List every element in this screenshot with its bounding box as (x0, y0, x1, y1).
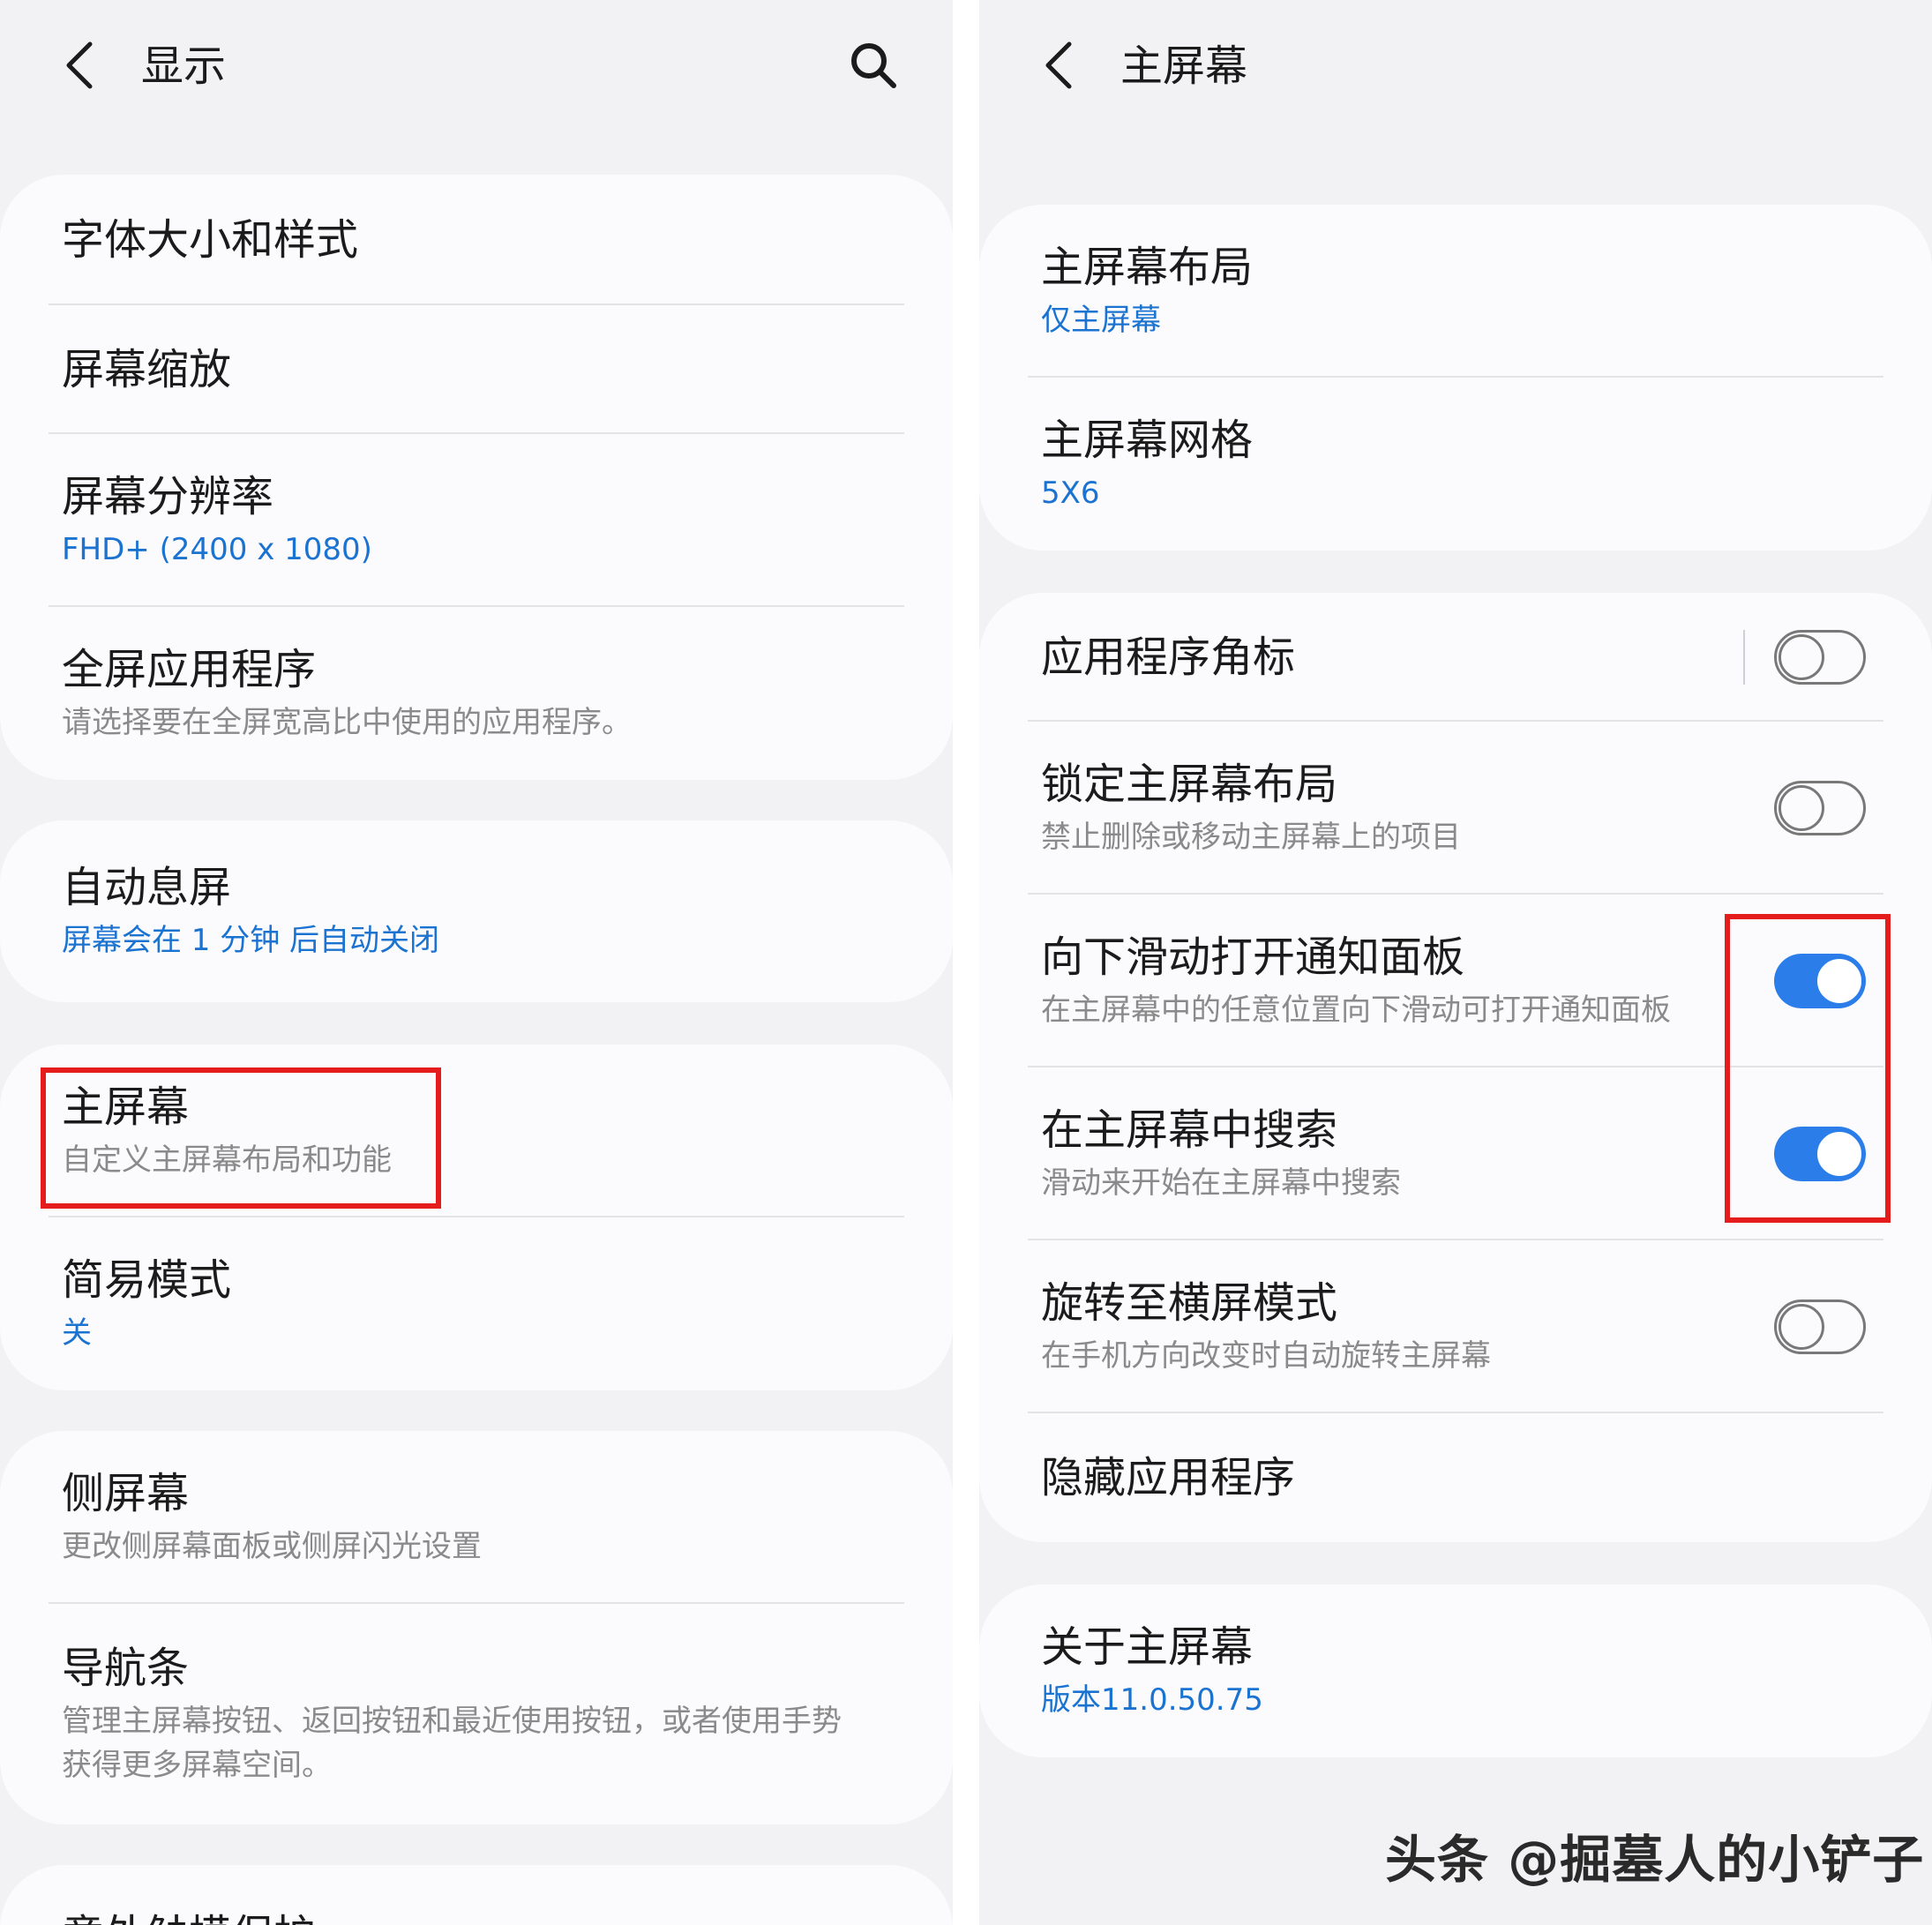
list-item-navigation-bar[interactable]: 导航条 管理主屏幕按钮、返回按钮和最近使用按钮，或者使用手势获得更多屏幕空间。 (0, 1604, 953, 1824)
app-badges-toggle[interactable] (1774, 630, 1866, 685)
settings-card-edge-nav: 侧屏幕 更改侧屏幕面板或侧屏闪光设置 导航条 管理主屏幕按钮、返回按钮和最近使用… (0, 1431, 953, 1824)
item-subtitle: 在手机方向改变时自动旋转主屏幕 (1041, 1338, 1491, 1374)
list-item-full-screen-apps[interactable]: 全屏应用程序 请选择要在全屏宽高比中使用的应用程序。 (0, 607, 953, 780)
list-item-easy-mode[interactable]: 简易模式 关 (0, 1217, 953, 1390)
top-app-bar: 主屏幕 (979, 0, 1932, 132)
list-item-rotate-to-landscape[interactable]: 旋转至横屏模式 在手机方向改变时自动旋转主屏幕 (979, 1240, 1932, 1413)
item-subtitle: FHD+ (2400 x 1080) (62, 532, 372, 567)
toggle-knob (1778, 1304, 1824, 1350)
toggle-knob (1778, 634, 1824, 680)
item-title: 全屏应用程序 (62, 645, 317, 694)
toggle-knob (1778, 785, 1824, 831)
home-screen-settings-screen: 主屏幕 主屏幕布局 仅主屏幕 主屏幕网格 5X6 应用程序角标 锁定主屏幕布局 … (979, 0, 1932, 1925)
lock-home-layout-toggle[interactable] (1774, 781, 1866, 835)
list-item-app-badges[interactable]: 应用程序角标 (979, 593, 1932, 722)
display-settings-screen: 显示 字体大小和样式 屏幕缩放 屏幕分辨率 FHD+ (2400 x 1080)… (0, 0, 953, 1925)
item-subtitle: 屏幕会在 1 分钟 后自动关闭 (62, 923, 440, 958)
highlight-box-home-screen (41, 1067, 441, 1209)
item-title: 旋转至横屏模式 (1041, 1278, 1338, 1328)
item-title: 侧屏幕 (62, 1469, 190, 1518)
list-item-screen-timeout[interactable]: 自动息屏 屏幕会在 1 分钟 后自动关闭 (0, 820, 953, 1002)
item-title: 主屏幕布局 (1041, 243, 1254, 292)
item-title: 主屏幕网格 (1041, 416, 1254, 465)
list-item-lock-home-layout[interactable]: 锁定主屏幕布局 禁止删除或移动主屏幕上的项目 (979, 722, 1932, 895)
list-item-screen-zoom[interactable]: 屏幕缩放 (0, 305, 953, 434)
item-subtitle: 管理主屏幕按钮、返回按钮和最近使用按钮，或者使用手势获得更多屏幕空间。 (62, 1704, 842, 1783)
watermark-text: 头条 @掘墓人的小铲子 (1385, 1830, 1925, 1890)
item-title: 屏幕分辨率 (62, 472, 274, 521)
page-title: 主屏幕 (1120, 41, 1248, 91)
settings-card-screen-timeout: 自动息屏 屏幕会在 1 分钟 后自动关闭 (0, 820, 953, 1002)
item-subtitle: 更改侧屏幕面板或侧屏闪光设置 (62, 1529, 482, 1564)
item-subtitle: 关 (62, 1315, 92, 1351)
vertical-separator (1743, 630, 1745, 685)
item-title: 简易模式 (62, 1255, 232, 1305)
settings-card-layout: 主屏幕布局 仅主屏幕 主屏幕网格 5X6 (979, 205, 1932, 551)
list-item-edge-screen[interactable]: 侧屏幕 更改侧屏幕面板或侧屏闪光设置 (0, 1431, 953, 1604)
item-title: 锁定主屏幕布局 (1041, 760, 1338, 809)
page-title: 显示 (141, 41, 227, 91)
rotate-landscape-toggle[interactable] (1774, 1300, 1866, 1354)
list-item-screen-resolution[interactable]: 屏幕分辨率 FHD+ (2400 x 1080) (0, 434, 953, 607)
settings-card-about: 关于主屏幕 版本11.0.50.75 (979, 1584, 1932, 1757)
item-title: 自动息屏 (62, 863, 232, 912)
top-app-bar: 显示 (0, 0, 953, 132)
item-subtitle: 请选择要在全屏宽高比中使用的应用程序。 (62, 705, 632, 740)
list-item-about-home-screen[interactable]: 关于主屏幕 版本11.0.50.75 (979, 1584, 1932, 1757)
item-title: 隐藏应用程序 (1041, 1453, 1296, 1502)
item-title: 字体大小和样式 (62, 215, 359, 265)
item-title: 应用程序角标 (1041, 633, 1296, 682)
back-icon[interactable] (1039, 39, 1078, 92)
item-title: 导航条 (62, 1644, 190, 1693)
item-subtitle: 仅主屏幕 (1041, 303, 1161, 338)
settings-card-touch-protection: 意外触摸保护 (0, 1865, 953, 1925)
item-subtitle: 禁止删除或移动主屏幕上的项目 (1041, 820, 1461, 855)
list-item-home-screen-grid[interactable]: 主屏幕网格 5X6 (979, 378, 1932, 551)
settings-card-display: 字体大小和样式 屏幕缩放 屏幕分辨率 FHD+ (2400 x 1080) 全屏… (0, 175, 953, 780)
list-item-accidental-touch-protection[interactable]: 意外触摸保护 (0, 1865, 953, 1925)
item-title: 屏幕缩放 (62, 345, 232, 394)
list-item-home-screen-layout[interactable]: 主屏幕布局 仅主屏幕 (979, 205, 1932, 378)
back-icon[interactable] (60, 39, 99, 92)
item-title: 意外触摸保护 (62, 1908, 900, 1925)
item-subtitle: 5X6 (1041, 476, 1100, 511)
highlight-box-toggles (1725, 914, 1891, 1223)
search-icon[interactable] (847, 39, 900, 92)
item-title: 关于主屏幕 (1041, 1622, 1254, 1672)
item-subtitle: 版本11.0.50.75 (1041, 1682, 1263, 1718)
list-item-hide-apps[interactable]: 隐藏应用程序 (979, 1413, 1932, 1542)
list-item-font-size-style[interactable]: 字体大小和样式 (0, 175, 953, 305)
